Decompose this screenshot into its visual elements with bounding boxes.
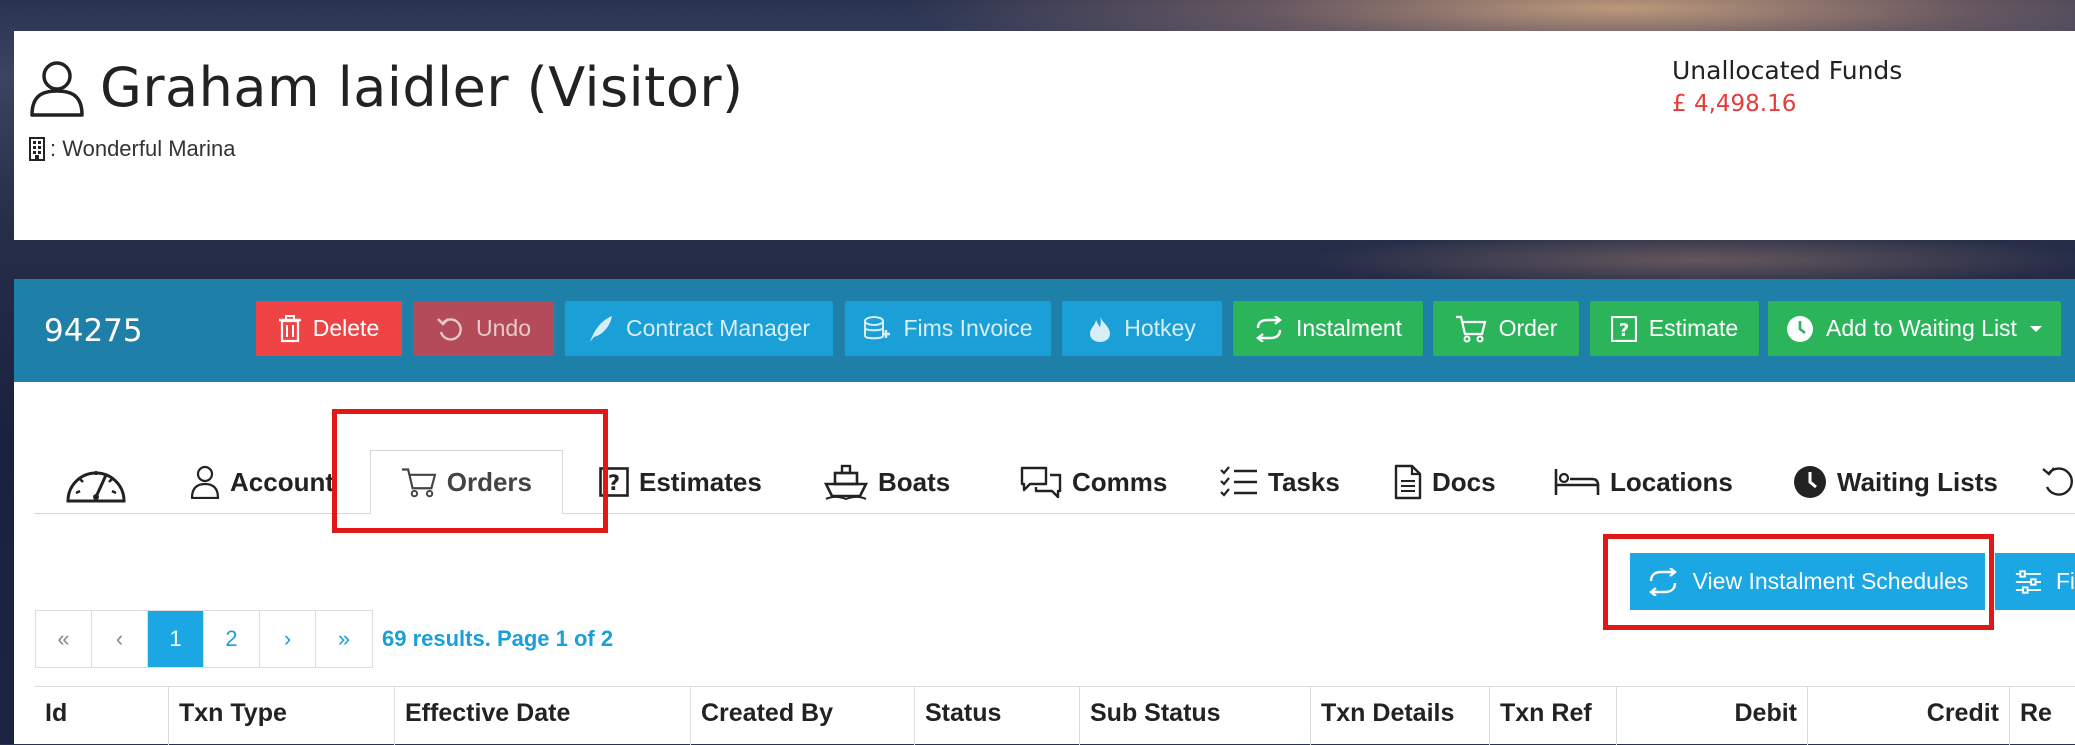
column-header-effective-date[interactable]: Effective Date (395, 687, 691, 745)
building-icon (29, 137, 45, 161)
column-header-created-by[interactable]: Created By (691, 687, 915, 745)
tab-dashboard[interactable] (64, 450, 128, 514)
question-square-icon: ? (1610, 315, 1637, 342)
tab-account[interactable]: Account (190, 450, 334, 514)
view-instalment-schedules-label: View Instalment Schedules (1692, 568, 1969, 594)
tab-more[interactable] (2039, 450, 2075, 514)
add-to-waiting-list-label: Add to Waiting List (1826, 315, 2017, 341)
unallocated-funds: Unallocated Funds £ 4,498.16 (1672, 56, 1902, 117)
page-last[interactable]: » (316, 611, 372, 667)
trash-icon (278, 314, 301, 342)
tab-waiting-lists-label: Waiting Lists (1837, 466, 1998, 497)
orders-tab-highlight (332, 409, 608, 533)
pagination: « ‹ 1 2 › » (35, 610, 373, 668)
tab-boats-label: Boats (878, 466, 951, 497)
tab-tasks-label: Tasks (1268, 466, 1340, 497)
marina-name: : Wonderful Marina (50, 136, 236, 161)
tab-comms[interactable]: Comms (1020, 450, 1167, 514)
svg-text:?: ? (608, 471, 620, 495)
tab-docs[interactable]: Docs (1394, 450, 1496, 514)
caret-down-icon (2029, 325, 2042, 332)
column-header-txn-details[interactable]: Txn Details (1311, 687, 1490, 745)
estimate-label: Estimate (1648, 315, 1739, 341)
delete-label: Delete (312, 315, 380, 341)
tab-account-label: Account (230, 466, 334, 497)
add-to-waiting-list-button[interactable]: Add to Waiting List (1768, 301, 2061, 356)
hotkey-button[interactable]: Hotkey (1062, 301, 1222, 356)
funds-label: Unallocated Funds (1672, 56, 1903, 85)
orders-table-header: Id Txn Type Effective Date Created By St… (35, 686, 2075, 745)
database-icon (864, 315, 891, 339)
record-id: 94275 (44, 313, 143, 349)
clock-icon (1787, 315, 1814, 342)
user-icon (190, 465, 220, 499)
repeat-icon (1648, 567, 1677, 596)
comments-icon (1020, 466, 1062, 499)
estimate-button[interactable]: ? Estimate (1590, 301, 1759, 356)
column-header-sub-status[interactable]: Sub Status (1080, 687, 1311, 745)
tab-locations-label: Locations (1610, 466, 1733, 497)
page-first[interactable]: « (36, 611, 92, 667)
feather-icon (589, 315, 612, 342)
instalment-button[interactable]: Instalment (1233, 301, 1423, 356)
marina-line: : Wonderful Marina (28, 136, 235, 162)
tab-comms-label: Comms (1072, 466, 1168, 497)
view-instalment-schedules-button[interactable]: View Instalment Schedules (1630, 553, 1985, 610)
column-header-id[interactable]: Id (35, 687, 169, 745)
funds-value: £ 4,498.16 (1672, 91, 1797, 117)
tab-waiting-lists[interactable]: Waiting Lists (1793, 450, 1998, 514)
ship-icon (824, 464, 868, 500)
tab-docs-label: Docs (1432, 466, 1496, 497)
undo-icon (437, 317, 462, 341)
hotkey-label: Hotkey (1124, 315, 1196, 341)
fire-icon (1090, 315, 1111, 342)
column-header-debit[interactable]: Debit (1617, 687, 1808, 745)
fims-invoice-button[interactable]: Fims Invoice (845, 301, 1051, 356)
instalment-label: Instalment (1295, 315, 1403, 341)
contract-manager-button[interactable]: Contract Manager (565, 301, 833, 356)
sliders-icon (2015, 569, 2041, 594)
tab-estimates-label: Estimates (639, 466, 762, 497)
undo-button[interactable]: Undo (413, 301, 554, 356)
clock-icon (1794, 466, 1826, 498)
tab-tasks[interactable]: Tasks (1220, 450, 1340, 514)
fims-invoice-label: Fims Invoice (903, 315, 1033, 341)
delete-button[interactable]: Delete (256, 301, 402, 356)
contract-manager-label: Contract Manager (625, 315, 811, 341)
order-button[interactable]: Order (1433, 301, 1579, 356)
tab-boats[interactable]: Boats (824, 450, 950, 514)
filter-label: Fi (2055, 568, 2075, 594)
column-header-status[interactable]: Status (915, 687, 1080, 745)
column-header-credit[interactable]: Credit (1808, 687, 2010, 745)
dashboard-gauge-icon (66, 471, 126, 503)
column-header-txn-type[interactable]: Txn Type (169, 687, 395, 745)
column-header-txn-ref[interactable]: Txn Ref (1490, 687, 1617, 745)
document-icon (1394, 464, 1422, 500)
bed-icon (1554, 469, 1600, 495)
column-header-ref[interactable]: Re (2010, 687, 2075, 745)
user-icon (30, 60, 84, 117)
profile-title: Graham laidler (Visitor) (28, 56, 744, 119)
svg-text:?: ? (1619, 320, 1629, 341)
page-title: Graham laidler (Visitor) (100, 56, 744, 119)
page-1[interactable]: 1 (148, 611, 204, 667)
filter-button[interactable]: Fi (1995, 553, 2075, 610)
order-label: Order (1498, 315, 1558, 341)
page-next[interactable]: › (260, 611, 316, 667)
tab-estimates[interactable]: ? Estimates (599, 450, 762, 514)
undo-label: Undo (476, 315, 531, 341)
page-prev[interactable]: ‹ (92, 611, 148, 667)
history-icon (2042, 467, 2073, 496)
tab-locations[interactable]: Locations (1554, 450, 1733, 514)
tasks-list-icon (1220, 466, 1257, 497)
page-2[interactable]: 2 (204, 611, 260, 667)
repeat-icon (1256, 315, 1282, 342)
cart-icon (1455, 315, 1487, 342)
results-summary: 69 results. Page 1 of 2 (382, 626, 614, 651)
action-toolbar: 94275 Delete Undo Contract Manager Fims … (14, 279, 2075, 382)
